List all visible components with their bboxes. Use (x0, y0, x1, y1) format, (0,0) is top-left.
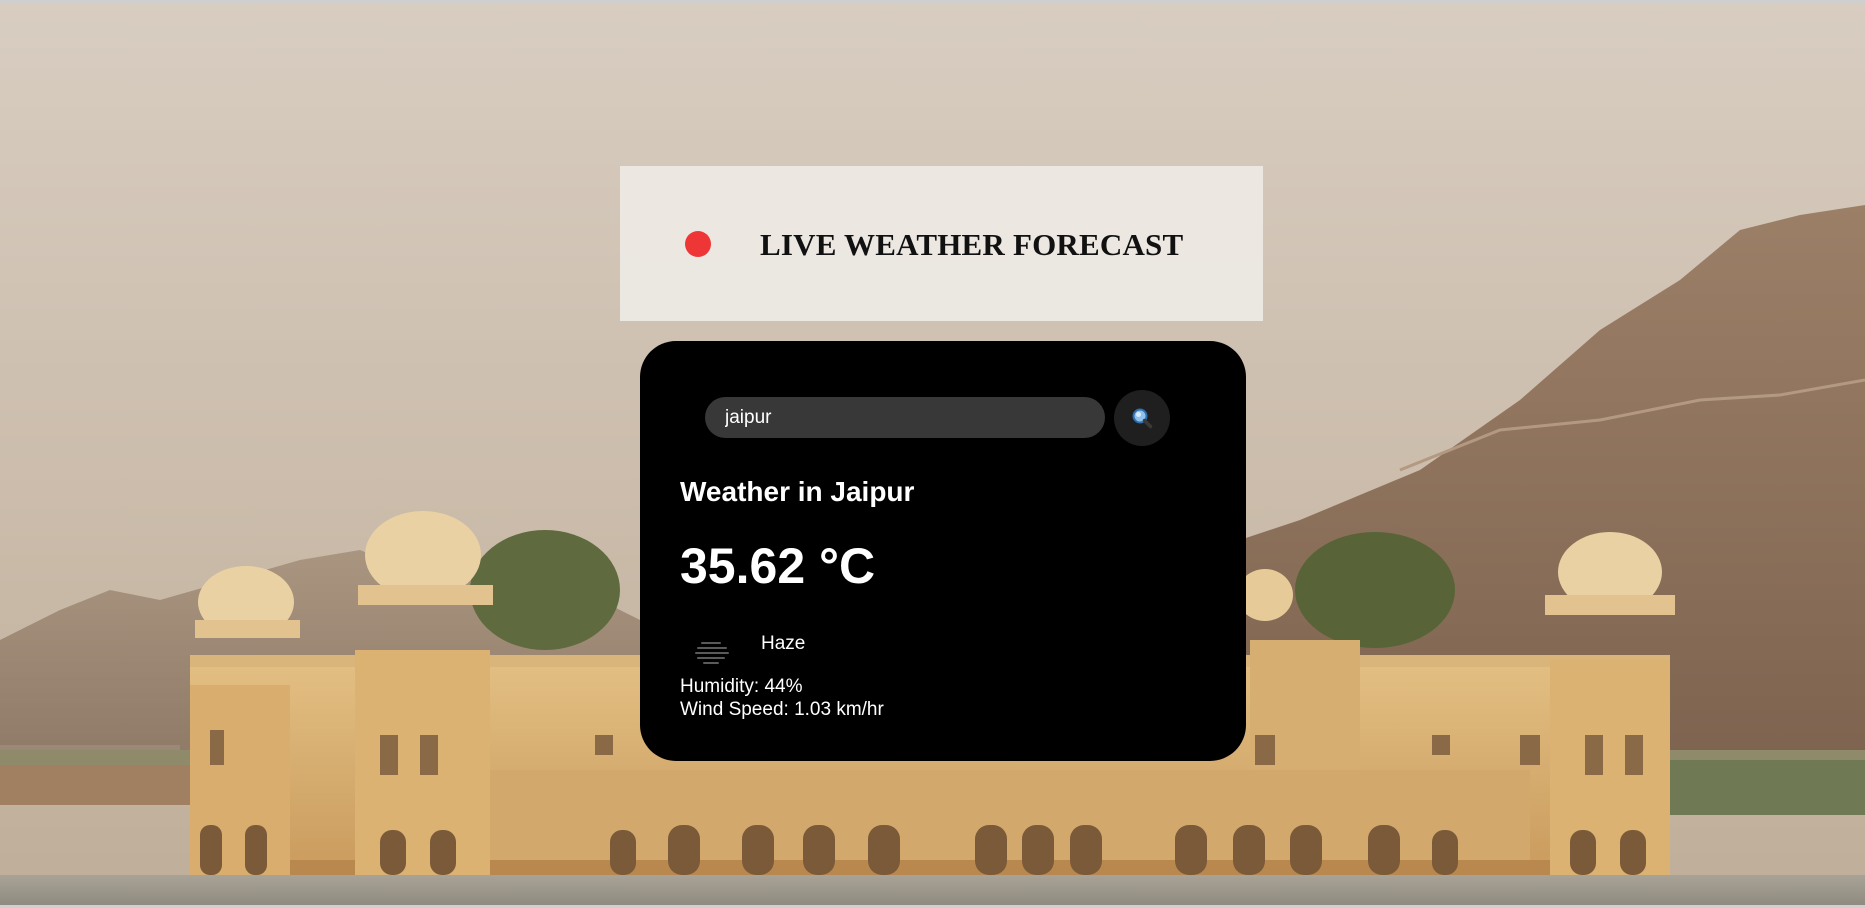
wind-speed-value: Wind Speed: 1.03 km/hr (680, 699, 884, 720)
search-icon (1132, 408, 1153, 429)
search-input[interactable] (705, 397, 1105, 438)
page: LIVE WEATHER FORECAST Weather in Jaipur … (0, 0, 1865, 908)
city-heading: Weather in Jaipur (680, 476, 915, 507)
humidity-value: Humidity: 44% (680, 676, 803, 697)
search-button[interactable] (1114, 390, 1170, 446)
weather-condition: Haze (761, 633, 806, 654)
haze-icon (695, 642, 729, 664)
temperature-value: 35.62 °C (680, 538, 876, 594)
page-title: LIVE WEATHER FORECAST (760, 227, 1184, 262)
weather-card: Weather in Jaipur 35.62 °C Haze Humidity… (640, 341, 1246, 761)
top-border (0, 0, 1865, 3)
live-indicator-icon (685, 231, 711, 257)
